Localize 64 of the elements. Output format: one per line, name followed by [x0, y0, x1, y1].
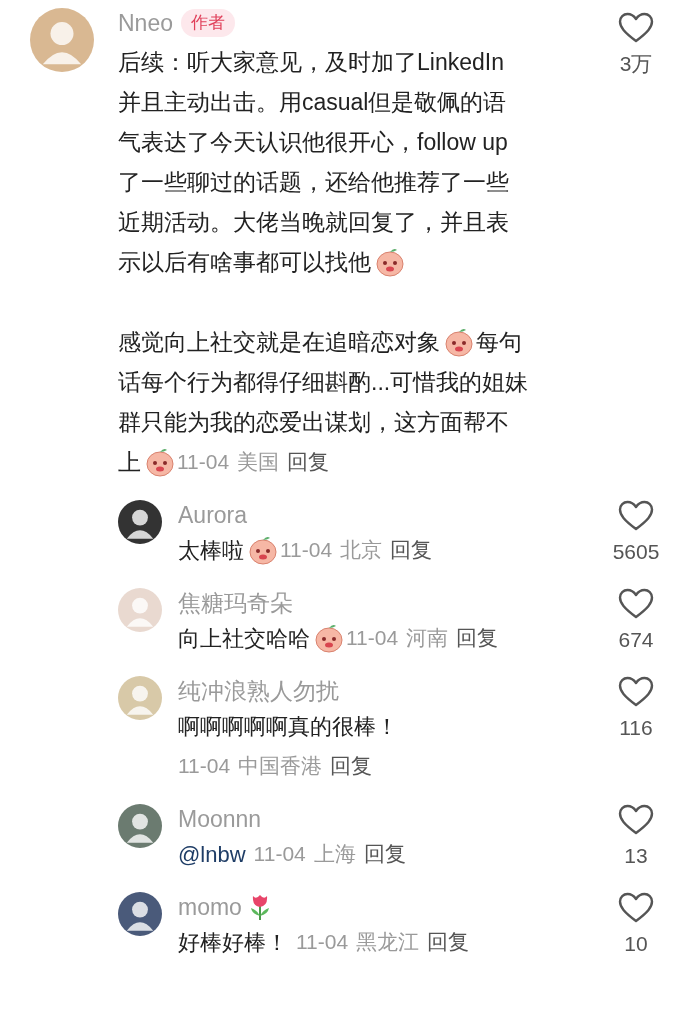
comment-text: 话每个行为都得仔细斟酌...可惜我的姐妹	[118, 367, 529, 397]
like-count: 10	[624, 931, 648, 957]
comment-text: 好棒好棒！	[178, 928, 288, 957]
avatar-icon	[118, 676, 162, 720]
comment-text: 啊啊啊啊啊真的很棒！	[178, 712, 398, 741]
avatar-icon	[118, 804, 162, 848]
comment-date: 11-04	[346, 625, 399, 652]
user-name: 焦糖玛奇朵	[178, 589, 293, 618]
comment-text: 后续：听大家意见，及时加了LinkedIn	[118, 47, 504, 77]
comment-location: 黑龙江	[356, 929, 420, 956]
user-name: momo	[178, 893, 242, 922]
comment-location: 美国	[237, 449, 280, 476]
comment-text: 并且主动出击。用casual但是敬佩的语	[118, 87, 507, 117]
comment-text: 气表达了今天认识他很开心，follow up	[118, 127, 508, 157]
mention-link[interactable]: @lnbw	[178, 837, 246, 871]
avatar-icon	[118, 588, 162, 632]
like-icon[interactable]	[618, 676, 654, 708]
like-count: 13	[624, 843, 648, 869]
like-icon[interactable]	[618, 804, 654, 836]
like-count: 674	[618, 627, 654, 653]
comment-date: 11-04	[178, 753, 231, 780]
user-name: Nneo	[118, 9, 173, 38]
user-name: Moonnn	[178, 805, 262, 834]
avatar-icon	[30, 8, 94, 72]
user-name: 纯冲浪熟人勿扰	[178, 677, 339, 706]
like-count: 3万	[619, 51, 653, 77]
sticker-icon	[314, 623, 344, 653]
avatar-icon	[118, 500, 162, 544]
comment-location: 中国香港	[238, 753, 323, 780]
comment-location: 河南	[406, 625, 449, 652]
comment-date: 11-04	[296, 929, 349, 956]
sticker-icon	[375, 247, 405, 277]
reply-link[interactable]: 回复	[390, 534, 433, 566]
like-count: 116	[619, 715, 653, 741]
reply-link[interactable]: 回复	[330, 750, 373, 782]
comment-text: 太棒啦	[178, 536, 244, 565]
comment-text: 了一些聊过的话题，还给他推荐了一些	[118, 167, 509, 197]
comment-text: 示以后有啥事都可以找他	[118, 247, 371, 277]
like-icon[interactable]	[618, 12, 654, 44]
reply-link[interactable]: 回复	[363, 838, 406, 870]
reply-link[interactable]: 回复	[456, 622, 499, 654]
comment-date: 11-04	[177, 449, 230, 476]
comment-text: 近期活动。大佬当晚就回复了，并且表	[118, 207, 509, 237]
author-badge: 作者	[181, 9, 235, 37]
avatar-icon	[118, 892, 162, 936]
comment-location: 上海	[313, 841, 356, 868]
comment-text: 向上社交哈哈	[178, 624, 310, 653]
comment-text: 上	[118, 447, 141, 477]
sticker-icon	[444, 327, 474, 357]
user-name: Aurora	[178, 501, 248, 530]
reply-link[interactable]: 回复	[287, 446, 330, 478]
like-count: 5605	[612, 539, 660, 565]
comment-date: 11-04	[253, 841, 306, 868]
comment-text: 群只能为我的恋爱出谋划，这方面帮不	[118, 407, 509, 437]
like-icon[interactable]	[618, 892, 654, 924]
comment-text: 感觉向上社交就是在追暗恋对象	[118, 327, 440, 357]
reply-link[interactable]: 回复	[427, 926, 470, 958]
sticker-icon	[248, 535, 278, 565]
like-icon[interactable]	[618, 588, 654, 620]
comment-location: 北京	[340, 537, 383, 564]
comment-date: 11-04	[280, 537, 333, 564]
sticker-icon	[145, 447, 175, 477]
comment-text: 每句	[476, 327, 522, 357]
like-icon[interactable]	[618, 500, 654, 532]
